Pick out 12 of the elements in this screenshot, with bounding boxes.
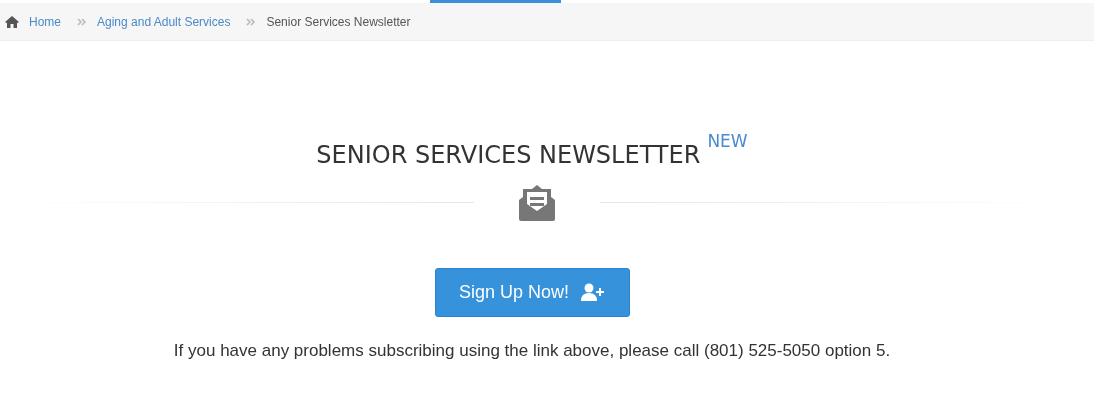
add-user-icon [581, 283, 606, 302]
sign-up-button[interactable]: Sign Up Now! [434, 267, 630, 317]
breadcrumb-current: Senior Services Newsletter [266, 14, 411, 29]
chevron-icon [77, 17, 87, 26]
envelope-icon [518, 183, 556, 222]
page-title: SENIOR SERVICES NEWSLETTER [316, 141, 701, 170]
breadcrumb-link[interactable]: Aging and Adult Services [97, 14, 231, 29]
breadcrumb-link[interactable]: Home [29, 14, 61, 29]
home-icon [5, 15, 19, 28]
help-text: If you have any problems subscribing using the link above, please call (801) 525-5050 option 5. [173, 340, 891, 361]
new-label: NEW [707, 131, 748, 152]
chevron-icon [246, 17, 257, 26]
